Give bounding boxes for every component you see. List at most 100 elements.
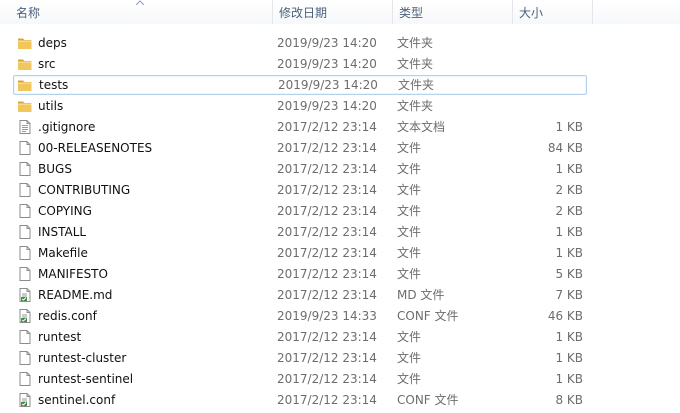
file-size: 1 KB [555, 120, 583, 134]
file-size: 1 KB [555, 330, 583, 344]
file-row[interactable]: runtest-sentinel 2017/2/12 23:14 文件 1 KB [13, 369, 587, 389]
file-row[interactable]: COPYING 2017/2/12 23:14 文件 2 KB [13, 201, 587, 221]
file-icon [17, 203, 33, 219]
file-size: 2 KB [555, 183, 583, 197]
file-type: CONF 文件 [397, 393, 459, 407]
file-modified-date: 2017/2/12 23:14 [277, 267, 377, 281]
file-type: CONF 文件 [397, 309, 459, 323]
file-modified-date: 2017/2/12 23:14 [277, 120, 377, 134]
file-modified-date: 2017/2/12 23:14 [277, 246, 377, 260]
file-type: 文件夹 [397, 99, 434, 113]
file-modified-date: 2019/9/23 14:20 [277, 99, 377, 113]
file-icon [17, 161, 33, 177]
file-icon [17, 224, 33, 240]
text-document-icon [17, 119, 33, 135]
column-header-size-label: 大小 [519, 6, 544, 20]
column-header-date-label: 修改日期 [279, 6, 328, 20]
folder-icon [17, 56, 33, 72]
file-size: 2 KB [555, 204, 583, 218]
file-icon [17, 350, 33, 366]
column-header-date[interactable]: 修改日期 [272, 0, 392, 24]
file-size: 1 KB [555, 246, 583, 260]
folder-row[interactable]: src 2019/9/23 14:20 文件夹 [13, 54, 587, 74]
file-row[interactable]: 00-RELEASENOTES 2017/2/12 23:14 文件 84 KB [13, 138, 587, 158]
file-modified-date: 2017/2/12 23:14 [277, 225, 377, 239]
file-type: 文件 [397, 225, 422, 239]
file-name: 00-RELEASENOTES [38, 141, 153, 155]
file-type: 文件 [397, 162, 422, 176]
folder-icon [17, 35, 33, 51]
file-type: 文件 [397, 267, 422, 281]
column-header-bar: 名称 修改日期 类型 大小 [0, 0, 680, 24]
file-icon [17, 266, 33, 282]
file-type: 文件 [397, 330, 422, 344]
config-file-icon [17, 287, 33, 303]
file-modified-date: 2019/9/23 14:20 [277, 36, 377, 50]
file-type: 文件 [397, 183, 422, 197]
file-row[interactable]: Makefile 2017/2/12 23:14 文件 1 KB [13, 243, 587, 263]
file-name: runtest-sentinel [38, 372, 134, 386]
folder-row[interactable]: utils 2019/9/23 14:20 文件夹 [13, 96, 587, 116]
file-type: MD 文件 [397, 288, 445, 302]
file-modified-date: 2019/9/23 14:20 [277, 57, 377, 71]
file-icon [17, 329, 33, 345]
file-name: MANIFESTO [38, 267, 108, 281]
file-row[interactable]: INSTALL 2017/2/12 23:14 文件 1 KB [13, 222, 587, 242]
column-header-name-label: 名称 [16, 6, 41, 20]
file-name: runtest [38, 330, 82, 344]
file-name: deps [38, 36, 67, 50]
file-type: 文件夹 [397, 57, 434, 71]
file-icon [17, 140, 33, 156]
folder-icon [17, 98, 33, 114]
file-size: 8 KB [555, 393, 583, 407]
sort-ascending-icon [136, 0, 144, 5]
file-modified-date: 2017/2/12 23:14 [277, 288, 377, 302]
file-type: 文件 [397, 204, 422, 218]
file-modified-date: 2019/9/23 14:33 [277, 309, 377, 323]
file-modified-date: 2017/2/12 23:14 [277, 351, 377, 365]
file-name: BUGS [38, 162, 72, 176]
file-size: 84 KB [547, 141, 583, 155]
file-row[interactable]: CONTRIBUTING 2017/2/12 23:14 文件 2 KB [13, 180, 587, 200]
file-row[interactable]: sentinel.conf 2017/2/12 23:14 CONF 文件 8 KB [13, 390, 587, 410]
file-name: tests [39, 78, 69, 92]
file-modified-date: 2017/2/12 23:14 [277, 372, 377, 386]
file-modified-date: 2017/2/12 23:14 [277, 162, 377, 176]
config-file-icon [17, 392, 33, 408]
file-row[interactable]: README.md 2017/2/12 23:14 MD 文件 7 KB [13, 285, 587, 305]
file-name: redis.conf [38, 309, 97, 323]
file-row[interactable]: runtest-cluster 2017/2/12 23:14 文件 1 KB [13, 348, 587, 368]
column-header-size[interactable]: 大小 [512, 0, 592, 24]
file-row[interactable]: MANIFESTO 2017/2/12 23:14 文件 5 KB [13, 264, 587, 284]
file-icon [17, 245, 33, 261]
file-modified-date: 2017/2/12 23:14 [277, 393, 377, 407]
file-type: 文件 [397, 141, 422, 155]
file-icon [17, 371, 33, 387]
file-size: 7 KB [555, 288, 583, 302]
column-header-type[interactable]: 类型 [392, 0, 512, 24]
config-file-icon [17, 308, 33, 324]
file-modified-date: 2017/2/12 23:14 [277, 204, 377, 218]
file-name: CONTRIBUTING [38, 183, 131, 197]
file-name: sentinel.conf [38, 393, 116, 407]
file-type: 文件 [397, 351, 422, 365]
file-size: 1 KB [555, 372, 583, 386]
file-row[interactable]: redis.conf 2019/9/23 14:33 CONF 文件 46 KB [13, 306, 587, 326]
file-row[interactable]: BUGS 2017/2/12 23:14 文件 1 KB [13, 159, 587, 179]
folder-row[interactable]: tests 2019/9/23 14:20 文件夹 [13, 75, 587, 95]
file-type: 文件 [397, 246, 422, 260]
file-icon [17, 182, 33, 198]
column-header-spacer [592, 0, 680, 24]
file-modified-date: 2017/2/12 23:14 [277, 141, 377, 155]
file-name: .gitignore [38, 120, 96, 134]
file-type: 文件夹 [397, 36, 434, 50]
file-row[interactable]: runtest 2017/2/12 23:14 文件 1 KB [13, 327, 587, 347]
file-size: 1 KB [555, 225, 583, 239]
file-name: src [38, 57, 56, 71]
folder-row[interactable]: deps 2019/9/23 14:20 文件夹 [13, 33, 587, 53]
file-name: Makefile [38, 246, 88, 260]
file-name: runtest-cluster [38, 351, 127, 365]
file-name: INSTALL [38, 225, 87, 239]
file-row[interactable]: .gitignore 2017/2/12 23:14 文本文档 1 KB [13, 117, 587, 137]
file-modified-date: 2019/9/23 14:20 [278, 78, 378, 92]
